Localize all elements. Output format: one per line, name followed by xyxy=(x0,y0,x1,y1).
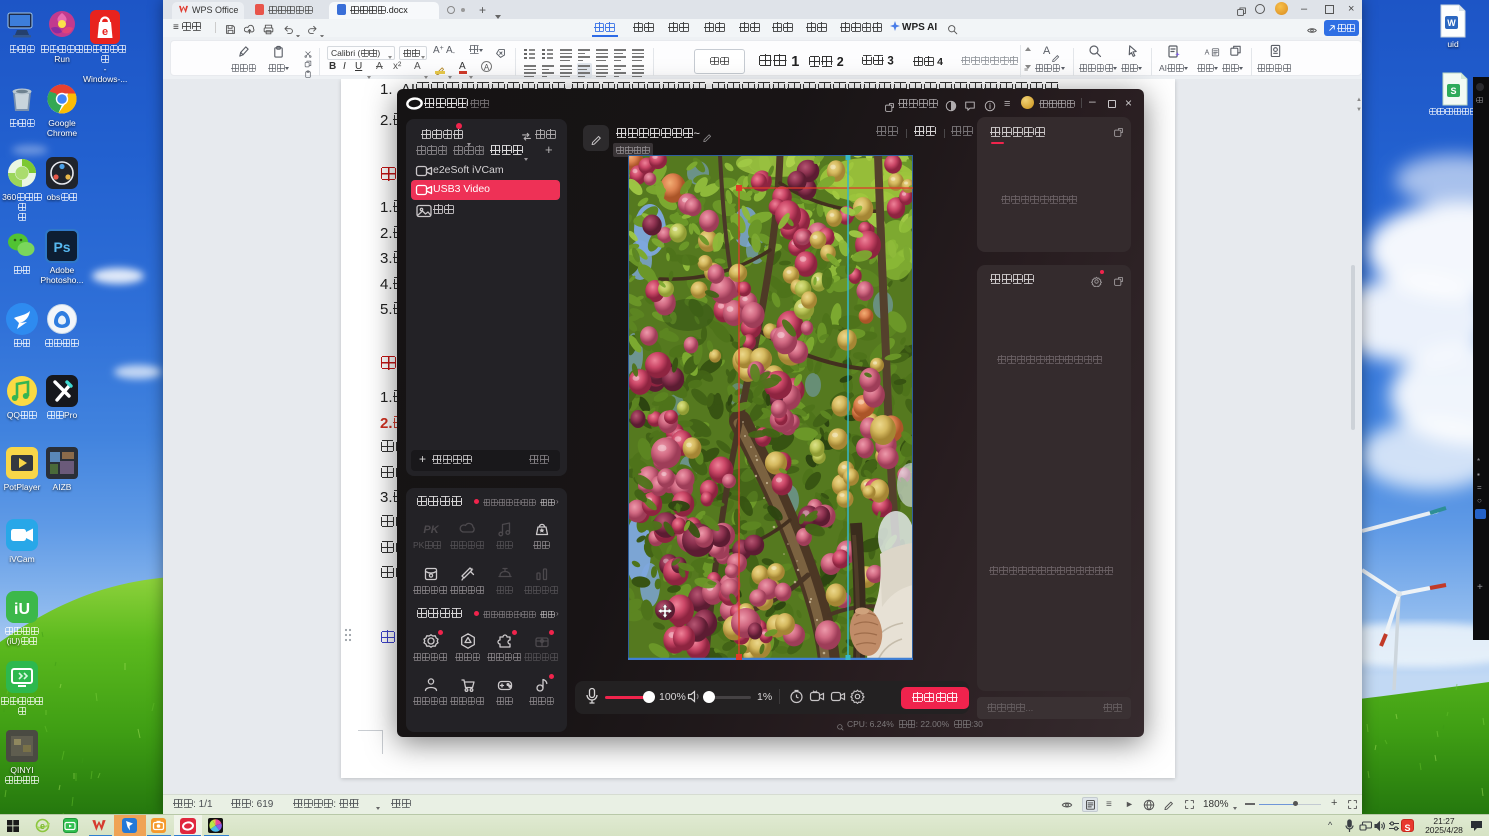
svg-text:e: e xyxy=(40,821,45,831)
svg-text:S: S xyxy=(1450,86,1456,96)
svg-text:W: W xyxy=(1447,18,1456,28)
svg-text:iU: iU xyxy=(14,601,30,618)
svg-text:PK: PK xyxy=(423,524,439,536)
svg-text:S: S xyxy=(1404,823,1410,833)
svg-text:e: e xyxy=(102,26,108,38)
svg-text:Ps: Ps xyxy=(53,239,70,255)
